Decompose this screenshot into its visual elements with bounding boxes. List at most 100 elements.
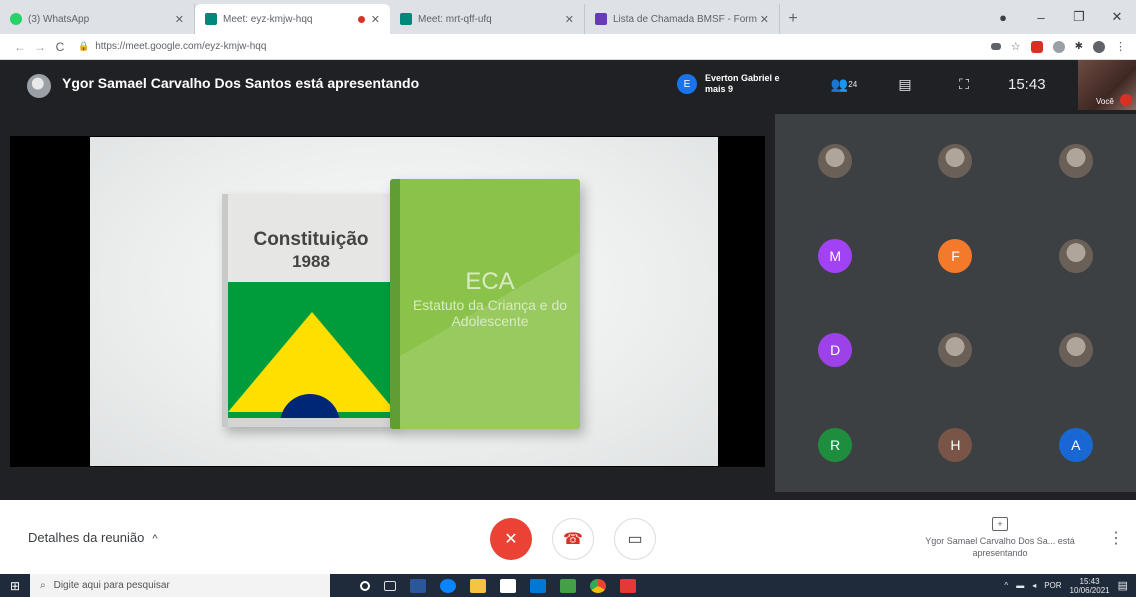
chevron-up-icon[interactable]: ^ bbox=[1004, 581, 1008, 590]
presenting-text: Ygor Samael Carvalho Dos Sa... está apre… bbox=[925, 536, 1075, 558]
camera-button[interactable]: ▭ bbox=[614, 518, 656, 560]
presentation-stage: Constituição 1988 ECA Estatuto da Crianç… bbox=[10, 136, 765, 467]
url-field[interactable]: 🔒 https://meet.google.com/eyz-kmjw-hqq bbox=[78, 41, 848, 52]
chrome-icon[interactable] bbox=[590, 578, 606, 593]
windows-taskbar: ⊞ ⌕ Digite aqui para pesquisar ^ ▬ ◂ POR… bbox=[0, 574, 1136, 597]
acrobat-icon[interactable] bbox=[620, 578, 636, 593]
people-button[interactable]: 👥 24 bbox=[830, 72, 858, 96]
participant-tile[interactable]: F bbox=[895, 209, 1015, 304]
taskbar-date: 10/06/2021 bbox=[1069, 585, 1110, 595]
screen: (3) WhatsApp ✕ Meet: eyz-kmjw-hqq ✕ Meet… bbox=[0, 0, 1136, 597]
store-icon[interactable] bbox=[500, 578, 516, 593]
lang-label[interactable]: POR bbox=[1044, 581, 1061, 590]
green-app-icon[interactable] bbox=[560, 578, 576, 593]
end-call-icon: ☎ bbox=[563, 531, 583, 548]
avatar bbox=[938, 144, 973, 179]
camera-icon[interactable] bbox=[990, 43, 1001, 50]
close-icon[interactable]: ✕ bbox=[760, 13, 769, 26]
leave-call-button[interactable]: ☎ bbox=[552, 518, 594, 560]
meet-icon bbox=[400, 13, 412, 25]
puzzle-icon[interactable]: ✱ bbox=[1075, 41, 1083, 52]
back-arrow-icon[interactable]: ← bbox=[10, 40, 30, 54]
self-label: Você bbox=[1096, 97, 1114, 106]
details-label: Detalhes da reunião bbox=[28, 530, 145, 545]
mail-icon[interactable] bbox=[530, 578, 546, 593]
chat-button[interactable]: ▤ bbox=[893, 72, 917, 96]
meet-icon bbox=[205, 13, 217, 25]
presenter-title: Ygor Samael Carvalho Dos Santos está apr… bbox=[62, 75, 420, 91]
star-icon[interactable]: ☆ bbox=[1011, 40, 1021, 53]
participant-tile[interactable]: R bbox=[775, 398, 895, 493]
reload-icon[interactable]: C bbox=[50, 40, 70, 54]
clock: 15:43 bbox=[1008, 76, 1046, 93]
participant-tile[interactable] bbox=[775, 114, 895, 209]
profile-avatar[interactable] bbox=[1093, 40, 1105, 53]
word-icon[interactable] bbox=[410, 578, 426, 593]
book-pages bbox=[228, 418, 394, 427]
mic-off-icon bbox=[1120, 94, 1132, 106]
chevron-up-icon: ^ bbox=[152, 533, 158, 545]
participant-tile[interactable] bbox=[1016, 114, 1136, 209]
avatar: H bbox=[938, 427, 973, 462]
participant-tile[interactable]: A bbox=[1016, 398, 1136, 493]
task-view-icon[interactable] bbox=[384, 580, 396, 591]
windows-start-button[interactable]: ⊞ bbox=[0, 579, 30, 593]
tab-lista-chamada[interactable]: Lista de Chamada BMSF - Form ✕ bbox=[585, 4, 780, 34]
close-icon[interactable]: ✕ bbox=[565, 13, 574, 26]
participant-tile[interactable] bbox=[895, 303, 1015, 398]
presenting-indicator[interactable]: + Ygor Samael Carvalho Dos Sa... está ap… bbox=[915, 514, 1085, 559]
maximize-button[interactable]: ❐ bbox=[1060, 9, 1098, 25]
minimize-button[interactable]: – bbox=[1022, 10, 1060, 25]
close-icon[interactable]: ✕ bbox=[371, 13, 380, 26]
more-options-button[interactable]: ⋮ bbox=[1108, 528, 1124, 548]
extension-icon[interactable] bbox=[1052, 40, 1065, 53]
profile-icon[interactable]: ● bbox=[984, 10, 1022, 25]
avatar bbox=[938, 333, 973, 368]
taskbar-clock[interactable]: 15:43 10/06/2021 bbox=[1070, 577, 1110, 595]
book1-title: Constituição bbox=[253, 229, 369, 250]
people-icon: 👥 bbox=[830, 75, 849, 92]
tab-whatsapp[interactable]: (3) WhatsApp ✕ bbox=[0, 4, 195, 34]
notes-icon[interactable] bbox=[470, 578, 486, 593]
avatar: E bbox=[677, 74, 697, 94]
present-screen-icon: + bbox=[992, 517, 1008, 531]
active-speakers-chip[interactable]: E Everton Gabriel e mais 9 bbox=[677, 68, 785, 100]
mute-button[interactable]: ✕ bbox=[490, 518, 532, 560]
tab-meet-eyz[interactable]: Meet: eyz-kmjw-hqq ✕ bbox=[195, 4, 390, 34]
address-bar: ← → C 🔒 https://meet.google.com/eyz-kmjw… bbox=[0, 34, 1136, 60]
book2-title: ECA bbox=[465, 268, 515, 295]
camera-icon: ▭ bbox=[627, 531, 643, 548]
activities-button[interactable]: ⛶ bbox=[952, 72, 976, 96]
new-tab-button[interactable]: + bbox=[780, 4, 806, 34]
extension-icon[interactable] bbox=[1030, 40, 1043, 53]
edge-icon[interactable] bbox=[440, 578, 456, 593]
participant-tile[interactable]: M bbox=[775, 209, 895, 304]
participant-count: 24 bbox=[848, 79, 858, 89]
participant-tile[interactable] bbox=[895, 114, 1015, 209]
brazil-flag bbox=[228, 282, 394, 418]
avatar bbox=[1058, 333, 1093, 368]
close-window-button[interactable]: ✕ bbox=[1098, 9, 1136, 25]
close-icon[interactable]: ✕ bbox=[175, 13, 184, 26]
volume-icon[interactable]: ◂ bbox=[1032, 581, 1036, 590]
extensions: ☆ ✱ ⋮ bbox=[990, 40, 1126, 53]
network-icon[interactable]: ▬ bbox=[1016, 581, 1024, 590]
book-eca: ECA Estatuto da Criança e do Adolescente bbox=[390, 179, 580, 429]
notifications-icon[interactable]: ▤ bbox=[1118, 579, 1128, 592]
forward-arrow-icon[interactable]: → bbox=[30, 40, 50, 54]
system-tray: ^ ▬ ◂ POR 15:43 10/06/2021 ▤ bbox=[1004, 577, 1136, 595]
participant-tile[interactable]: H bbox=[895, 398, 1015, 493]
taskbar-search[interactable]: ⌕ Digite aqui para pesquisar bbox=[30, 574, 330, 597]
menu-icon[interactable]: ⋮ bbox=[1115, 40, 1126, 53]
meet-top-bar: Ygor Samael Carvalho Dos Santos está apr… bbox=[0, 60, 1136, 110]
avatar: F bbox=[938, 238, 973, 273]
self-view-tile[interactable]: Você bbox=[1078, 60, 1136, 110]
cortana-icon[interactable] bbox=[360, 580, 370, 591]
participant-tile[interactable] bbox=[1016, 209, 1136, 304]
participant-tile[interactable] bbox=[1016, 303, 1136, 398]
tab-meet-mrt[interactable]: Meet: mrt-qff-ufq ✕ bbox=[390, 4, 585, 34]
meeting-details-button[interactable]: Detalhes da reunião ^ bbox=[28, 530, 158, 545]
meet-controls-bar: Detalhes da reunião ^ ✕ ☎ ▭ + Ygor Samael… bbox=[0, 500, 1136, 574]
participant-tile[interactable]: D bbox=[775, 303, 895, 398]
browser-tab-strip: (3) WhatsApp ✕ Meet: eyz-kmjw-hqq ✕ Meet… bbox=[0, 0, 1136, 34]
